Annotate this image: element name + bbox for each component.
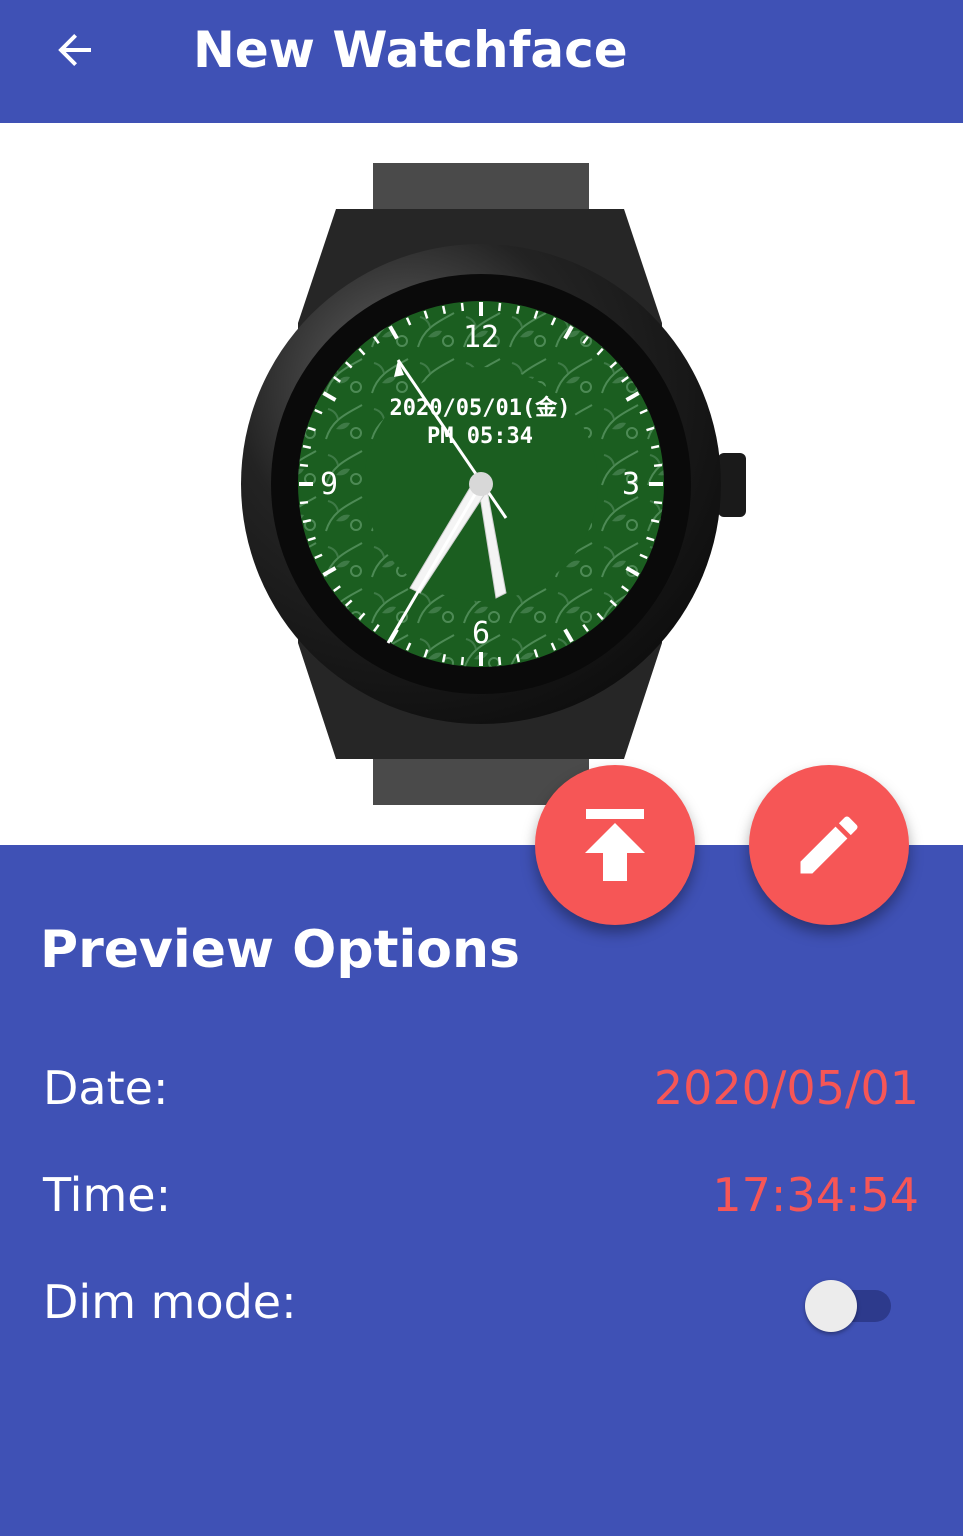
toggle-thumb	[805, 1280, 857, 1332]
time-value[interactable]: 17:34:54	[712, 1168, 919, 1222]
dial-tick	[299, 500, 309, 505]
dial-tick	[497, 656, 502, 666]
pencil-icon	[800, 816, 858, 874]
dial-tick	[653, 500, 663, 505]
dial-tick	[497, 302, 502, 312]
dial-tick	[515, 305, 521, 315]
page-title: New Watchface	[193, 21, 628, 79]
app-bar: New Watchface	[0, 0, 963, 123]
dial-tick	[460, 656, 465, 666]
watch-illustration: 12 3 6 9 2020/05/01(金) PM 05:34	[241, 163, 746, 805]
dim-mode-label: Dim mode:	[43, 1275, 297, 1329]
face-date: 2020/05/01(金)	[390, 395, 571, 421]
numeral-3: 3	[622, 467, 640, 502]
watch-preview: 12 3 6 9 2020/05/01(金) PM 05:34	[0, 123, 963, 845]
numeral-6: 6	[472, 616, 490, 651]
dial-tick	[302, 444, 312, 450]
dial-tick	[302, 518, 312, 524]
edit-button[interactable]	[749, 765, 909, 925]
preview-options-title: Preview Options	[40, 920, 520, 980]
upload-button[interactable]	[535, 765, 695, 925]
upload-icon	[585, 809, 645, 881]
dial-tick	[653, 463, 663, 468]
arrow-back-icon	[58, 34, 91, 66]
dial-tick	[460, 302, 465, 312]
back-button[interactable]	[40, 20, 110, 80]
dial-tick	[441, 653, 447, 663]
date-value[interactable]: 2020/05/01	[654, 1061, 919, 1115]
dial-tick	[299, 463, 309, 468]
time-label: Time:	[43, 1168, 172, 1222]
hands-hub	[469, 472, 493, 496]
dial-tick	[515, 653, 521, 663]
dial-tick	[441, 305, 447, 315]
numeral-12: 12	[463, 320, 499, 355]
dial-tick	[650, 444, 660, 450]
date-label: Date:	[43, 1061, 169, 1115]
watch-crown	[718, 453, 746, 517]
dim-mode-toggle[interactable]	[805, 1280, 891, 1332]
numeral-9: 9	[320, 467, 338, 502]
dial-tick	[650, 518, 660, 524]
